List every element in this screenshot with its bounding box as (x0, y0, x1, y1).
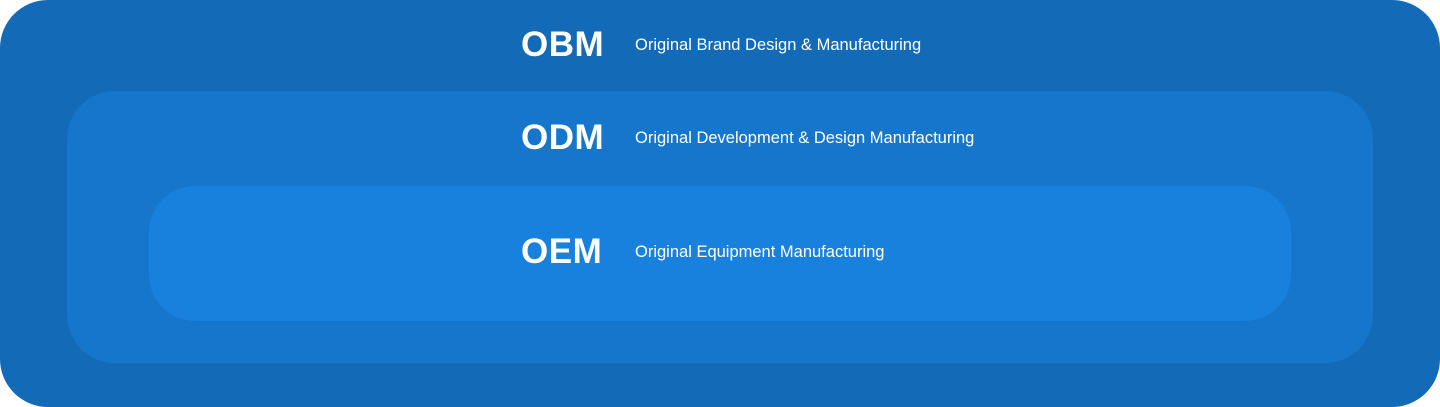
odm-abbreviation: ODM (521, 118, 605, 157)
oem-description: Original Equipment Manufacturing (635, 243, 885, 261)
obm-description: Original Brand Design & Manufacturing (635, 36, 922, 54)
oem-abbreviation: OEM (521, 232, 603, 271)
odm-row: ODM Original Development & Design Manufa… (521, 116, 974, 160)
oem-row: OEM Original Equipment Manufacturing (521, 230, 884, 274)
obm-abbreviation: OBM (521, 25, 605, 64)
obm-row: OBM Original Brand Design & Manufacturin… (521, 23, 921, 67)
odm-description: Original Development & Design Manufactur… (635, 129, 975, 147)
